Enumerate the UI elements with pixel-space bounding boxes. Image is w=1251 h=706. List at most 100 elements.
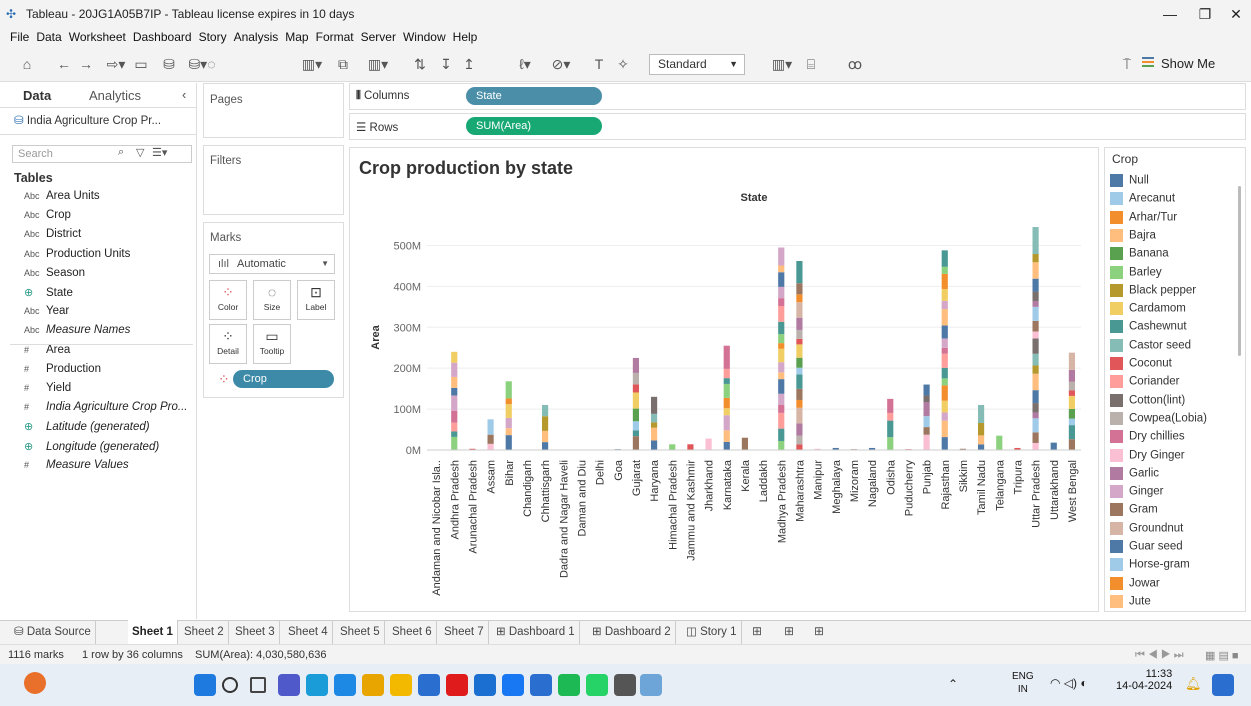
legend-item[interactable]: Cotton(lint): [1110, 393, 1185, 412]
tray-chevron-icon[interactable]: ⌃: [948, 677, 958, 691]
edge-icon[interactable]: [306, 674, 328, 696]
menu-file[interactable]: File: [10, 28, 29, 46]
field-latitude-generated[interactable]: ⊕ Latitude (generated): [24, 420, 150, 439]
tab-sheet-7[interactable]: Sheet 7: [440, 620, 489, 644]
legend-item[interactable]: Coconut: [1110, 357, 1172, 375]
field-yield[interactable]: # Yield: [24, 382, 71, 401]
legend-item[interactable]: Coriander: [1110, 375, 1180, 393]
tab-analytics[interactable]: Analytics: [89, 88, 141, 103]
legend-item[interactable]: Bajra: [1110, 228, 1156, 247]
close-icon[interactable]: ✕: [1226, 4, 1246, 24]
legend-item[interactable]: Cashewnut: [1110, 320, 1187, 338]
vscode-icon[interactable]: [334, 674, 356, 696]
bell-icon[interactable]: 🔔︎: [1185, 676, 1202, 692]
highlight-icon[interactable]: ℓ▾: [510, 54, 540, 74]
network-volume-icon[interactable]: ◠ ◁) ◐: [1050, 676, 1088, 690]
restore-icon[interactable]: ❐: [1195, 4, 1215, 24]
copilot-icon[interactable]: [1212, 674, 1234, 696]
new-sheet-icon[interactable]: ⛁▾◌: [184, 54, 220, 74]
tab-sheet-2[interactable]: Sheet 2: [180, 620, 229, 644]
spotify-icon[interactable]: [558, 674, 580, 696]
connect-data-icon[interactable]: ⛁: [160, 54, 178, 74]
field-area[interactable]: # Area: [24, 344, 70, 363]
menu-map[interactable]: Map: [285, 28, 308, 46]
menu-help[interactable]: Help: [453, 28, 478, 46]
show-me-button[interactable]: Show Me: [1161, 56, 1215, 71]
tab-story-1[interactable]: ◫ Story 1: [682, 620, 742, 644]
new-worksheet-tab-icon[interactable]: ⊞: [752, 624, 762, 638]
tab-sheet-5[interactable]: Sheet 5: [336, 620, 385, 644]
legend-item[interactable]: Cowpea(Lobia): [1110, 411, 1207, 430]
legend-item[interactable]: Groundnut: [1110, 521, 1183, 540]
store-icon[interactable]: [418, 674, 440, 696]
minimize-icon[interactable]: —: [1160, 4, 1180, 24]
field-crop[interactable]: Abc Crop: [24, 209, 71, 228]
legend-item[interactable]: Arhar/Tur: [1110, 210, 1177, 229]
field-production-units[interactable]: Abc Production Units: [24, 248, 130, 267]
language-indicator[interactable]: ENG IN: [1012, 670, 1034, 696]
legend-item[interactable]: Horse-gram: [1110, 558, 1190, 576]
detail-button[interactable]: ⁘ Detail: [209, 324, 247, 364]
legend-item[interactable]: Arecanut: [1110, 192, 1175, 210]
data-source-item[interactable]: ⛁ India Agriculture Crop Pr...: [14, 113, 161, 127]
tableau-taskbar-icon[interactable]: [640, 674, 662, 696]
show-labels-icon[interactable]: T: [590, 54, 608, 74]
new-worksheet-icon[interactable]: ▥▾: [294, 54, 330, 74]
menu-worksheet[interactable]: Worksheet: [69, 28, 126, 46]
menu-format[interactable]: Format: [316, 28, 354, 46]
legend-item[interactable]: Ginger: [1110, 485, 1164, 503]
legend-item[interactable]: Gram: [1110, 503, 1158, 521]
sort-descending-icon[interactable]: ↥: [460, 54, 478, 74]
menu-data[interactable]: Data: [36, 28, 61, 46]
youtube-icon[interactable]: [446, 674, 468, 696]
facebook-icon[interactable]: [502, 674, 524, 696]
menu-analysis[interactable]: Analysis: [234, 28, 279, 46]
legend-item[interactable]: Dry Ginger: [1110, 448, 1185, 467]
menu-story[interactable]: Story: [199, 28, 227, 46]
field-measure-names[interactable]: Abc Measure Names: [24, 324, 130, 343]
tab-sheet-4[interactable]: Sheet 4: [284, 620, 333, 644]
pages-card[interactable]: Pages: [203, 83, 344, 138]
windows-start-icon[interactable]: [194, 674, 216, 696]
field-district[interactable]: Abc District: [24, 228, 81, 247]
color-button[interactable]: ⁘ Color: [209, 280, 247, 320]
tab-dashboard-1[interactable]: ⊞ Dashboard 1: [492, 620, 580, 644]
tab-sheet-6[interactable]: Sheet 6: [388, 620, 437, 644]
pin-icon[interactable]: ⍑: [1118, 54, 1136, 74]
field-state[interactable]: ⊕ State: [24, 286, 73, 305]
undo-icon[interactable]: ←: [56, 54, 72, 74]
menu-server[interactable]: Server: [361, 28, 396, 46]
mail-icon[interactable]: [474, 674, 496, 696]
field-season[interactable]: Abc Season: [24, 267, 85, 286]
notification-icon[interactable]: [24, 672, 46, 694]
filter-icon[interactable]: ▽: [136, 146, 144, 159]
collapse-pane-icon[interactable]: ‹: [182, 87, 186, 102]
show-cards-icon[interactable]: ▥▾: [766, 54, 798, 74]
legend-item[interactable]: Jowar: [1110, 576, 1160, 595]
filters-card[interactable]: Filters: [203, 145, 344, 215]
label-button[interactable]: ⊡ Label: [297, 280, 335, 320]
fit-dropdown[interactable]: Standard ▼: [649, 54, 745, 75]
task-view-icon[interactable]: [250, 677, 266, 693]
size-button[interactable]: ◌ Size: [253, 280, 291, 320]
legend-item[interactable]: Cardamom: [1110, 302, 1186, 320]
save-icon[interactable]: ▭: [132, 54, 150, 74]
chrome-icon[interactable]: [362, 674, 384, 696]
field-measure-values[interactable]: # Measure Values: [24, 459, 129, 478]
menu-window[interactable]: Window: [403, 28, 446, 46]
legend-item[interactable]: Black pepper: [1110, 283, 1196, 302]
legend-item[interactable]: Barley: [1110, 265, 1162, 284]
tab-sheet-3[interactable]: Sheet 3: [231, 620, 280, 644]
field-india-agriculture-crop-pro[interactable]: # India Agriculture Crop Pro...: [24, 401, 187, 420]
legend-item[interactable]: Garlic: [1110, 466, 1159, 485]
state-pill[interactable]: State: [466, 87, 602, 105]
home-icon[interactable]: ⌂: [18, 54, 36, 74]
tab-sheet-1[interactable]: Sheet 1: [128, 620, 178, 644]
menu-dashboard[interactable]: Dashboard: [133, 28, 192, 46]
legend-item[interactable]: Dry chillies: [1110, 430, 1185, 448]
field-longitude-generated[interactable]: ⊕ Longitude (generated): [24, 440, 159, 459]
legend-item[interactable]: Jute: [1110, 594, 1151, 613]
new-story-tab-icon[interactable]: ⊞: [814, 624, 824, 638]
group-icon[interactable]: ⊘▾: [546, 54, 576, 74]
legend-item[interactable]: Null: [1110, 174, 1149, 192]
